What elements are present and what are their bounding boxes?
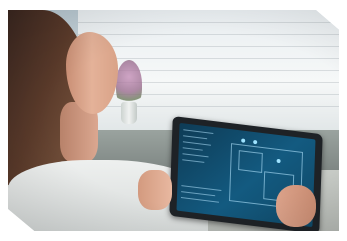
vignette-overlay <box>8 10 339 231</box>
photo-frame <box>0 0 347 241</box>
photo <box>8 10 339 231</box>
